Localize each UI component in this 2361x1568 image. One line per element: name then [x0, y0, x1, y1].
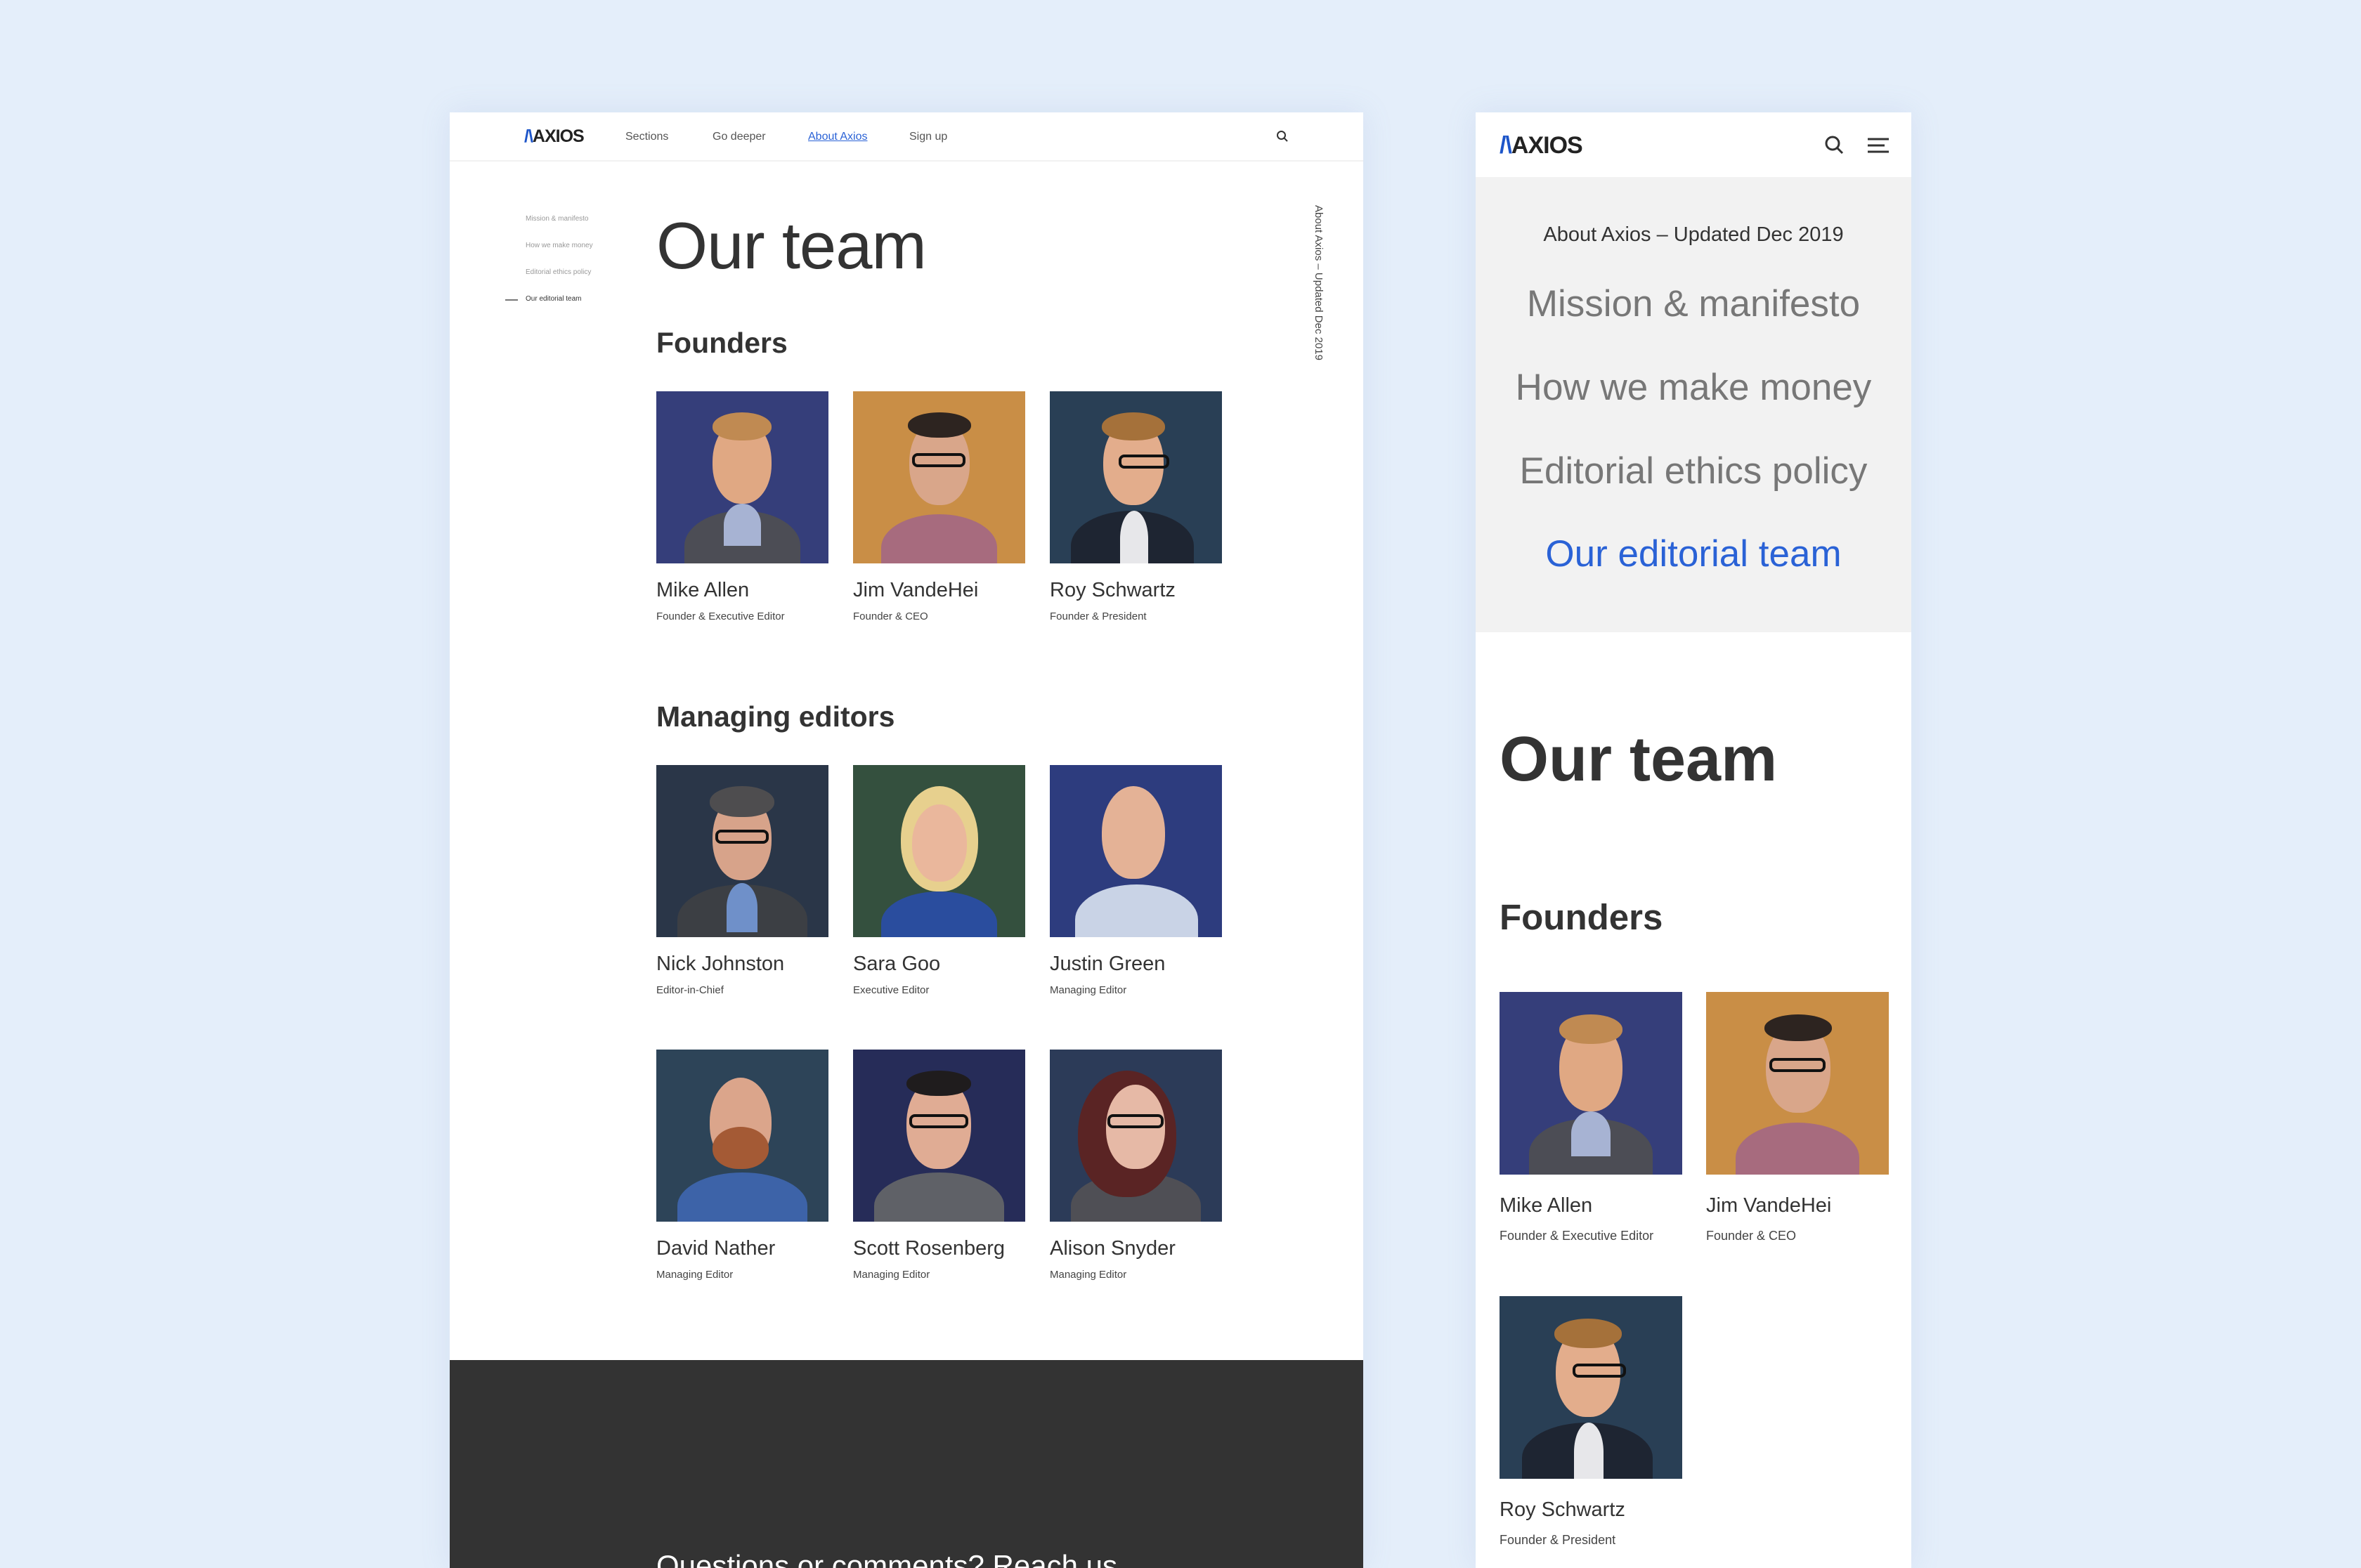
- search-icon[interactable]: [1275, 129, 1289, 143]
- axios-logo[interactable]: /\AXIOS: [1500, 132, 1583, 159]
- nav-ethics[interactable]: Editorial ethics policy: [1476, 450, 1911, 492]
- updated-label: About Axios – Updated Dec 2019: [1313, 205, 1325, 360]
- team-card[interactable]: Sara Goo Executive Editor: [853, 765, 1025, 996]
- person-name: Scott Rosenberg: [853, 1237, 1006, 1260]
- person-role: Managing Editor: [1050, 1269, 1127, 1281]
- person-role: Managing Editor: [1050, 984, 1127, 996]
- person-role: Founder & CEO: [1706, 1229, 1797, 1243]
- person-role: Founder & President: [1500, 1533, 1616, 1547]
- nav-sections[interactable]: Sections: [625, 131, 668, 143]
- team-card[interactable]: Roy Schwartz Founder & President: [1050, 391, 1222, 622]
- toc-active-marker: [505, 299, 518, 301]
- nav-mission[interactable]: Mission & manifesto: [1476, 282, 1911, 325]
- team-card[interactable]: Mike Allen Founder & Executive Editor: [1500, 992, 1682, 1243]
- team-card[interactable]: David Nather Managing Editor: [656, 1050, 828, 1281]
- reach-us-link[interactable]: Reach us: [993, 1549, 1117, 1568]
- toc-money[interactable]: How we make money: [526, 242, 593, 249]
- nav-about-axios[interactable]: About Axios: [808, 131, 868, 143]
- portrait-photo: [853, 391, 1025, 563]
- person-name: Justin Green: [1050, 953, 1166, 975]
- team-card[interactable]: Jim VandeHei Founder & CEO: [853, 391, 1025, 622]
- person-name: David Nather: [656, 1237, 776, 1260]
- nav-editorial-team[interactable]: Our editorial team: [1476, 533, 1911, 575]
- footer-message: Questions or comments? Reach us here.: [656, 1546, 1162, 1568]
- person-role: Founder & Executive Editor: [1500, 1229, 1654, 1243]
- person-role: Editor-in-Chief: [656, 984, 724, 996]
- team-card[interactable]: Roy Schwartz Founder & President: [1500, 1296, 1682, 1548]
- menu-icon[interactable]: [1866, 136, 1890, 155]
- portrait-photo: [1050, 1050, 1222, 1222]
- person-name: Jim VandeHei: [853, 579, 979, 601]
- managing-editors-heading: Managing editors: [656, 700, 895, 733]
- person-role: Managing Editor: [853, 1269, 930, 1281]
- person-name: Mike Allen: [656, 579, 750, 601]
- desktop-page: /\AXIOS Sections Go deeper About Axios S…: [450, 112, 1363, 1568]
- founders-heading: Founders: [656, 327, 788, 359]
- team-card[interactable]: Jim VandeHei Founder & CEO: [1706, 992, 1889, 1243]
- nav-sign-up[interactable]: Sign up: [909, 131, 947, 143]
- person-name: Jim VandeHei: [1706, 1194, 1832, 1217]
- portrait-photo: [1050, 391, 1222, 563]
- team-card[interactable]: Mike Allen Founder & Executive Editor: [656, 391, 828, 622]
- person-name: Roy Schwartz: [1500, 1498, 1625, 1521]
- person-name: Nick Johnston: [656, 953, 785, 975]
- portrait-photo: [656, 765, 828, 937]
- updated-label: About Axios – Updated Dec 2019: [1543, 223, 1844, 246]
- person-role: Executive Editor: [853, 984, 930, 996]
- search-icon[interactable]: [1823, 133, 1845, 156]
- person-role: Founder & Executive Editor: [656, 610, 785, 622]
- toc-mission[interactable]: Mission & manifesto: [526, 215, 588, 223]
- portrait-photo: [656, 391, 828, 563]
- person-role: Founder & President: [1050, 610, 1147, 622]
- portrait-photo: [853, 765, 1025, 937]
- top-nav: /\AXIOS Sections Go deeper About Axios S…: [450, 112, 1363, 162]
- founders-heading: Founders: [1500, 897, 1663, 937]
- portrait-photo: [1500, 992, 1682, 1175]
- nav-go-deeper[interactable]: Go deeper: [713, 131, 766, 143]
- toc-ethics[interactable]: Editorial ethics policy: [526, 268, 591, 276]
- portrait-photo: [1706, 992, 1889, 1175]
- person-name: Roy Schwartz: [1050, 579, 1176, 601]
- portrait-photo: [1050, 765, 1222, 937]
- page-title: Our team: [1500, 724, 1778, 795]
- section-nav-panel: About Axios – Updated Dec 2019 Mission &…: [1476, 177, 1911, 632]
- team-card[interactable]: Justin Green Managing Editor: [1050, 765, 1222, 996]
- mobile-nav: /\AXIOS: [1476, 112, 1911, 177]
- team-card[interactable]: Alison Snyder Managing Editor: [1050, 1050, 1222, 1281]
- page-title: Our team: [656, 209, 927, 282]
- person-role: Founder & CEO: [853, 610, 928, 622]
- axios-logo[interactable]: /\AXIOS: [524, 126, 585, 147]
- team-card[interactable]: Scott Rosenberg Managing Editor: [853, 1050, 1025, 1281]
- person-role: Managing Editor: [656, 1269, 734, 1281]
- portrait-photo: [1500, 1296, 1682, 1479]
- portrait-photo: [656, 1050, 828, 1222]
- footer: Questions or comments? Reach us here.: [450, 1360, 1363, 1568]
- toc-editorial-team[interactable]: Our editorial team: [526, 295, 581, 303]
- person-name: Alison Snyder: [1050, 1237, 1176, 1260]
- team-card[interactable]: Nick Johnston Editor-in-Chief: [656, 765, 828, 996]
- nav-money[interactable]: How we make money: [1476, 366, 1911, 409]
- person-name: Mike Allen: [1500, 1194, 1593, 1217]
- portrait-photo: [853, 1050, 1025, 1222]
- mobile-page: /\AXIOS About Axios – Updated Dec 2019 M…: [1476, 112, 1911, 1568]
- person-name: Sara Goo: [853, 953, 941, 975]
